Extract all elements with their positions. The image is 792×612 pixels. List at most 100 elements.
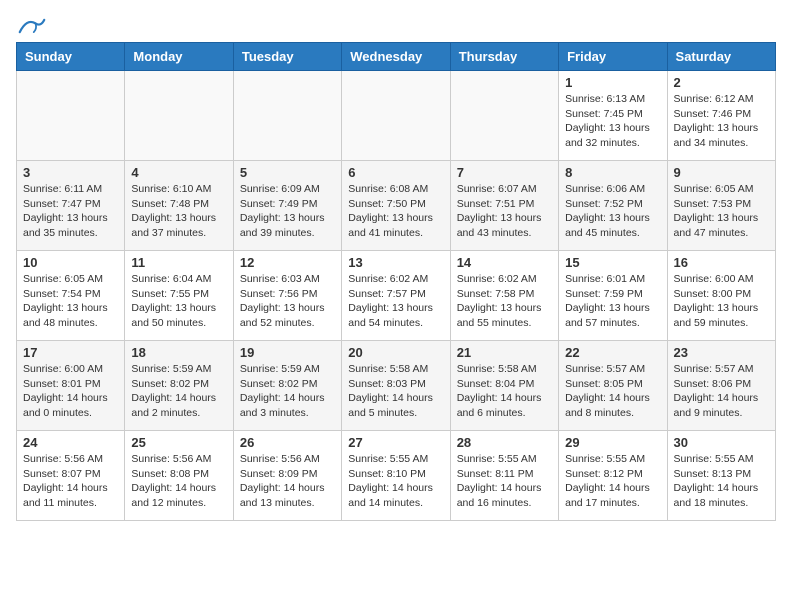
day-number: 8 (565, 165, 660, 180)
calendar-day: 8 Sunrise: 6:06 AMSunset: 7:52 PMDaylight… (559, 161, 667, 251)
day-info: Sunrise: 6:00 AMSunset: 8:00 PMDaylight:… (674, 272, 769, 331)
day-number: 26 (240, 435, 335, 450)
calendar-day: 9 Sunrise: 6:05 AMSunset: 7:53 PMDaylight… (667, 161, 775, 251)
day-number: 19 (240, 345, 335, 360)
day-number: 3 (23, 165, 118, 180)
day-info: Sunrise: 6:12 AMSunset: 7:46 PMDaylight:… (674, 92, 769, 151)
day-number: 11 (131, 255, 226, 270)
day-number: 2 (674, 75, 769, 90)
calendar-week-5: 24 Sunrise: 5:56 AMSunset: 8:07 PMDayligh… (17, 431, 776, 521)
weekday-header-monday: Monday (125, 43, 233, 71)
weekday-header-saturday: Saturday (667, 43, 775, 71)
day-info: Sunrise: 5:59 AMSunset: 8:02 PMDaylight:… (131, 362, 226, 421)
day-number: 21 (457, 345, 552, 360)
day-number: 20 (348, 345, 443, 360)
day-info: Sunrise: 5:55 AMSunset: 8:12 PMDaylight:… (565, 452, 660, 511)
calendar-day (125, 71, 233, 161)
calendar-day: 10 Sunrise: 6:05 AMSunset: 7:54 PMDayligh… (17, 251, 125, 341)
day-number: 10 (23, 255, 118, 270)
calendar-day (233, 71, 341, 161)
calendar-day: 4 Sunrise: 6:10 AMSunset: 7:48 PMDaylight… (125, 161, 233, 251)
calendar-day: 15Sunrise: 6:01 AMSunset: 7:59 PMDayligh… (559, 251, 667, 341)
calendar-day (17, 71, 125, 161)
day-info: Sunrise: 5:57 AMSunset: 8:05 PMDaylight:… (565, 362, 660, 421)
day-number: 12 (240, 255, 335, 270)
day-number: 4 (131, 165, 226, 180)
calendar-day: 20 Sunrise: 5:58 AMSunset: 8:03 PMDayligh… (342, 341, 450, 431)
day-number: 30 (674, 435, 769, 450)
day-info: Sunrise: 6:06 AMSunset: 7:52 PMDaylight:… (565, 182, 660, 241)
calendar-day: 5 Sunrise: 6:09 AMSunset: 7:49 PMDaylight… (233, 161, 341, 251)
day-info: Sunrise: 5:58 AMSunset: 8:03 PMDaylight:… (348, 362, 443, 421)
day-number: 13 (348, 255, 443, 270)
day-info: Sunrise: 6:09 AMSunset: 7:49 PMDaylight:… (240, 182, 335, 241)
day-info: Sunrise: 6:01 AMSunset: 7:59 PMDaylight:… (565, 272, 660, 331)
calendar-day: 16 Sunrise: 6:00 AMSunset: 8:00 PMDayligh… (667, 251, 775, 341)
day-info: Sunrise: 6:13 AMSunset: 7:45 PMDaylight:… (565, 92, 660, 151)
day-info: Sunrise: 6:00 AMSunset: 8:01 PMDaylight:… (23, 362, 118, 421)
day-number: 5 (240, 165, 335, 180)
day-info: Sunrise: 5:58 AMSunset: 8:04 PMDaylight:… (457, 362, 552, 421)
calendar-day: 17 Sunrise: 6:00 AMSunset: 8:01 PMDayligh… (17, 341, 125, 431)
calendar-day: 12 Sunrise: 6:03 AMSunset: 7:56 PMDayligh… (233, 251, 341, 341)
calendar-day: 2 Sunrise: 6:12 AMSunset: 7:46 PMDaylight… (667, 71, 775, 161)
weekday-header-tuesday: Tuesday (233, 43, 341, 71)
weekday-header-sunday: Sunday (17, 43, 125, 71)
day-info: Sunrise: 5:55 AMSunset: 8:13 PMDaylight:… (674, 452, 769, 511)
calendar-day: 21 Sunrise: 5:58 AMSunset: 8:04 PMDayligh… (450, 341, 558, 431)
calendar-day: 22 Sunrise: 5:57 AMSunset: 8:05 PMDayligh… (559, 341, 667, 431)
logo-bird-icon (18, 16, 46, 36)
day-number: 16 (674, 255, 769, 270)
weekday-header-wednesday: Wednesday (342, 43, 450, 71)
day-number: 29 (565, 435, 660, 450)
day-number: 28 (457, 435, 552, 450)
weekday-header-thursday: Thursday (450, 43, 558, 71)
day-info: Sunrise: 5:56 AMSunset: 8:07 PMDaylight:… (23, 452, 118, 511)
day-number: 18 (131, 345, 226, 360)
day-info: Sunrise: 6:10 AMSunset: 7:48 PMDaylight:… (131, 182, 226, 241)
day-number: 24 (23, 435, 118, 450)
calendar-body: 1 Sunrise: 6:13 AMSunset: 7:45 PMDaylight… (17, 71, 776, 521)
calendar-day: 14 Sunrise: 6:02 AMSunset: 7:58 PMDayligh… (450, 251, 558, 341)
calendar-day: 25 Sunrise: 5:56 AMSunset: 8:08 PMDayligh… (125, 431, 233, 521)
calendar-header-row: SundayMondayTuesdayWednesdayThursdayFrid… (17, 43, 776, 71)
day-info: Sunrise: 6:05 AMSunset: 7:54 PMDaylight:… (23, 272, 118, 331)
weekday-header-friday: Friday (559, 43, 667, 71)
day-number: 1 (565, 75, 660, 90)
calendar-week-3: 10 Sunrise: 6:05 AMSunset: 7:54 PMDayligh… (17, 251, 776, 341)
calendar-day: 23Sunrise: 5:57 AMSunset: 8:06 PMDayligh… (667, 341, 775, 431)
day-info: Sunrise: 6:08 AMSunset: 7:50 PMDaylight:… (348, 182, 443, 241)
calendar-day: 24 Sunrise: 5:56 AMSunset: 8:07 PMDayligh… (17, 431, 125, 521)
day-number: 9 (674, 165, 769, 180)
calendar-day: 7Sunrise: 6:07 AMSunset: 7:51 PMDaylight… (450, 161, 558, 251)
calendar-day: 19 Sunrise: 5:59 AMSunset: 8:02 PMDayligh… (233, 341, 341, 431)
calendar-week-4: 17 Sunrise: 6:00 AMSunset: 8:01 PMDayligh… (17, 341, 776, 431)
calendar-day: 29 Sunrise: 5:55 AMSunset: 8:12 PMDayligh… (559, 431, 667, 521)
calendar-day (342, 71, 450, 161)
calendar-day (450, 71, 558, 161)
day-number: 17 (23, 345, 118, 360)
day-number: 14 (457, 255, 552, 270)
day-info: Sunrise: 5:59 AMSunset: 8:02 PMDaylight:… (240, 362, 335, 421)
calendar-table: SundayMondayTuesdayWednesdayThursdayFrid… (16, 42, 776, 521)
logo (16, 16, 46, 32)
day-number: 6 (348, 165, 443, 180)
day-info: Sunrise: 6:11 AMSunset: 7:47 PMDaylight:… (23, 182, 118, 241)
calendar-day: 6 Sunrise: 6:08 AMSunset: 7:50 PMDaylight… (342, 161, 450, 251)
day-number: 7 (457, 165, 552, 180)
calendar-day: 18 Sunrise: 5:59 AMSunset: 8:02 PMDayligh… (125, 341, 233, 431)
day-info: Sunrise: 6:04 AMSunset: 7:55 PMDaylight:… (131, 272, 226, 331)
calendar-day: 3 Sunrise: 6:11 AMSunset: 7:47 PMDaylight… (17, 161, 125, 251)
day-number: 27 (348, 435, 443, 450)
day-number: 22 (565, 345, 660, 360)
day-info: Sunrise: 5:56 AMSunset: 8:08 PMDaylight:… (131, 452, 226, 511)
day-number: 25 (131, 435, 226, 450)
day-info: Sunrise: 6:05 AMSunset: 7:53 PMDaylight:… (674, 182, 769, 241)
day-info: Sunrise: 5:56 AMSunset: 8:09 PMDaylight:… (240, 452, 335, 511)
calendar-week-1: 1 Sunrise: 6:13 AMSunset: 7:45 PMDaylight… (17, 71, 776, 161)
page-header (16, 16, 776, 32)
day-info: Sunrise: 6:02 AMSunset: 7:58 PMDaylight:… (457, 272, 552, 331)
day-info: Sunrise: 5:57 AMSunset: 8:06 PMDaylight:… (674, 362, 769, 421)
day-info: Sunrise: 6:03 AMSunset: 7:56 PMDaylight:… (240, 272, 335, 331)
calendar-day: 26 Sunrise: 5:56 AMSunset: 8:09 PMDayligh… (233, 431, 341, 521)
